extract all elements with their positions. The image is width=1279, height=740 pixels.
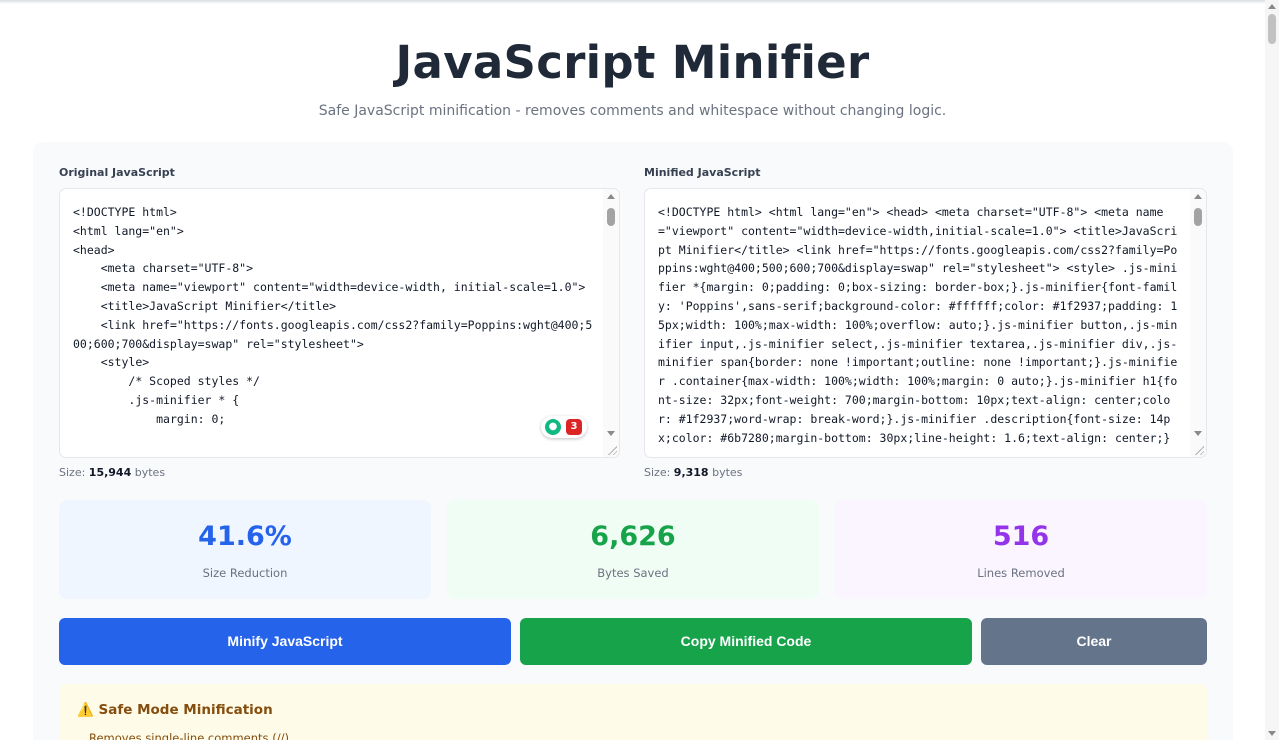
size-value: 9,318 bbox=[673, 466, 709, 479]
minified-scrollbar[interactable] bbox=[1190, 189, 1206, 457]
page-title: JavaScript Minifier bbox=[395, 36, 870, 89]
original-scrollbar[interactable] bbox=[603, 189, 619, 457]
notice-item: Removes single-line comments (//) bbox=[89, 731, 289, 740]
stat-value: 6,626 bbox=[590, 521, 676, 552]
resize-grip-icon[interactable] bbox=[1194, 445, 1204, 455]
scroll-down-arrow-icon[interactable] bbox=[607, 431, 615, 436]
scroll-down-arrow-icon[interactable] bbox=[1194, 431, 1202, 436]
size-value: 15,944 bbox=[88, 466, 132, 479]
minify-button[interactable]: Minify JavaScript bbox=[59, 618, 511, 665]
page-subtitle: Safe JavaScript minification - removes c… bbox=[318, 103, 947, 119]
stat-caption: Bytes Saved bbox=[597, 566, 669, 580]
original-code: <!DOCTYPE html> <html lang="en"> <head> … bbox=[73, 205, 593, 426]
minified-textarea[interactable]: <!DOCTYPE html> <html lang="en"> <head> … bbox=[644, 188, 1207, 458]
minified-code: <!DOCTYPE html> <html lang="en"> <head> … bbox=[658, 205, 1178, 445]
clear-button[interactable]: Clear bbox=[981, 618, 1207, 665]
size-unit: bytes bbox=[712, 466, 743, 479]
size-prefix: Size: bbox=[644, 466, 671, 479]
scroll-thumb[interactable] bbox=[607, 208, 615, 226]
page-scrollbar[interactable] bbox=[1265, 0, 1279, 740]
stat-value: 516 bbox=[992, 521, 1050, 552]
lightbulb-icon: ● bbox=[545, 419, 561, 435]
stat-size-reduction: 41.6% Size Reduction bbox=[59, 500, 431, 599]
resize-grip-icon[interactable] bbox=[607, 445, 617, 455]
scroll-thumb[interactable] bbox=[1194, 208, 1202, 226]
page: JavaScript Minifier Safe JavaScript mini… bbox=[0, 0, 1265, 740]
minified-label: Minified JavaScript bbox=[644, 166, 761, 179]
notice-title: ⚠️ Safe Mode Minification bbox=[77, 702, 273, 718]
badge-count: 3 bbox=[566, 419, 582, 435]
original-size: Size: 15,944 bytes bbox=[59, 466, 165, 479]
scroll-up-arrow-icon[interactable] bbox=[1268, 4, 1276, 9]
stat-caption: Size Reduction bbox=[202, 566, 288, 580]
extension-badge[interactable]: ● 3 bbox=[541, 416, 587, 438]
minified-size: Size: 9,318 bytes bbox=[644, 466, 742, 479]
size-prefix: Size: bbox=[59, 466, 86, 479]
safe-mode-notice: ⚠️ Safe Mode Minification Removes single… bbox=[59, 684, 1207, 740]
page-scroll-thumb[interactable] bbox=[1268, 14, 1276, 44]
stat-caption: Lines Removed bbox=[977, 566, 1065, 580]
stat-lines-removed: 516 Lines Removed bbox=[835, 500, 1207, 599]
copy-minified-button[interactable]: Copy Minified Code bbox=[520, 618, 972, 665]
stat-value: 41.6% bbox=[198, 521, 292, 552]
scroll-up-arrow-icon[interactable] bbox=[1194, 194, 1202, 199]
stat-bytes-saved: 6,626 Bytes Saved bbox=[447, 500, 819, 599]
scroll-down-arrow-icon[interactable] bbox=[1268, 731, 1276, 736]
original-textarea[interactable]: <!DOCTYPE html> <html lang="en"> <head> … bbox=[59, 188, 620, 458]
scroll-up-arrow-icon[interactable] bbox=[607, 194, 615, 199]
original-label: Original JavaScript bbox=[59, 166, 175, 179]
size-unit: bytes bbox=[134, 466, 166, 479]
